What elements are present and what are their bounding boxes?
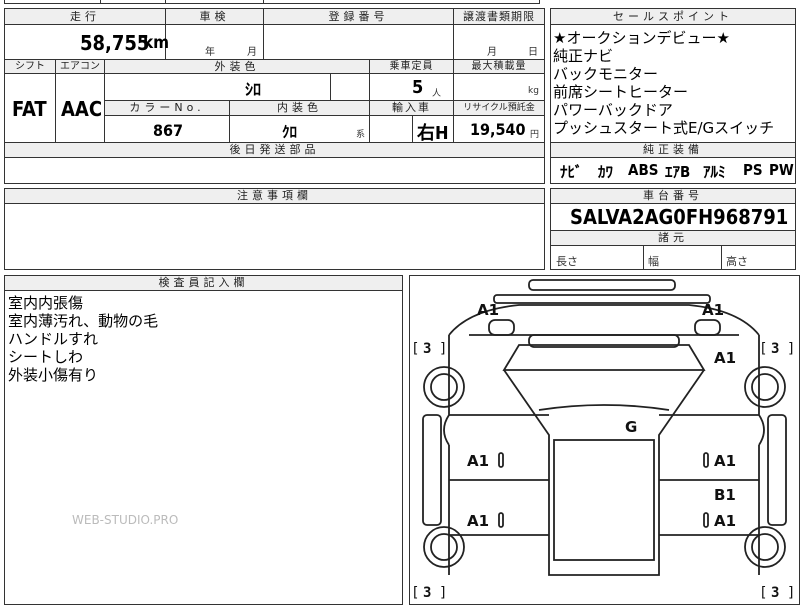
interior-color-value: ｸﾛ	[282, 123, 298, 141]
tire-bracket: [	[411, 341, 419, 357]
damage-mark: A1	[714, 452, 736, 470]
damage-mark: A1	[467, 512, 489, 530]
ac-value: AAC	[61, 97, 103, 121]
tire-bracket: [	[759, 585, 767, 600]
damage-mark: B1	[714, 486, 736, 504]
watermark: WEB-STUDIO.PRO	[72, 513, 179, 527]
damage-mark: A1	[702, 301, 724, 319]
later-parts-header: 後日発送部品	[5, 143, 544, 158]
equipment-item: ｴｱB	[665, 163, 691, 181]
capacity-header: 乗車定員	[370, 60, 453, 74]
inspection-header: 車検	[166, 9, 263, 25]
mileage-unit: km	[143, 33, 170, 53]
color-no-value: 867	[153, 121, 184, 140]
transfer-month-unit: 月	[487, 47, 497, 58]
inspector-note: 室内薄汚れ、動物の毛	[8, 312, 159, 330]
capacity-value: 5	[412, 77, 424, 98]
shift-header: シフト	[5, 60, 55, 74]
tire-bracket: ]	[787, 341, 795, 357]
sales-point-line: 前席シートヒーター	[553, 83, 689, 101]
inspector-note: 外装小傷有り	[8, 366, 99, 384]
dimensions-header: 諸元	[551, 231, 795, 246]
dimension-height-label: 高さ	[726, 255, 748, 268]
equipment-item: ﾅﾋﾞ	[560, 163, 583, 181]
tire-mark: 3	[423, 341, 431, 357]
sales-point-line: パワーバックドア	[553, 101, 673, 119]
max-load-unit: kg	[528, 86, 539, 96]
color-no-header: カラーNo.	[105, 101, 229, 116]
interior-color-header: 内装色	[230, 101, 369, 116]
tire-bracket: [	[759, 341, 767, 357]
equipment-item: PS	[743, 161, 763, 179]
damage-mark: A1	[714, 349, 736, 367]
inspection-month-unit: 月	[247, 47, 257, 58]
tire-bracket: [	[411, 585, 419, 600]
recycle-unit: 円	[530, 130, 540, 140]
sales-point-line: バックモニター	[553, 65, 659, 83]
dimension-length-label: 長さ	[556, 255, 578, 268]
transfer-deadline-header: 譲渡書類期限	[454, 9, 544, 25]
mileage-header: 走行	[5, 9, 165, 25]
transfer-day-unit: 日	[528, 47, 538, 58]
equipment-item: ABS	[628, 161, 659, 179]
chassis-number: SALVA2AG0FH968791	[570, 205, 789, 229]
sales-point-line: ★オークションデビュー★	[553, 29, 730, 47]
sales-point-line: プッシュスタート式E/Gスイッチ	[553, 119, 775, 137]
max-load-header: 最大積載量	[454, 60, 544, 74]
top-partial-row	[4, 0, 540, 4]
inspector-notes-header: 検査員記入欄	[5, 276, 402, 291]
inspector-note: 室内内張傷	[8, 294, 84, 312]
sales-points-header: セールスポイント	[551, 9, 795, 25]
damage-mark: A1	[714, 512, 736, 530]
inspector-note: シートしわ	[8, 348, 84, 366]
damage-mark: A1	[477, 301, 499, 319]
car-diagram: A1 A1 A1 G A1 A1 A1 B1 A1 [ 3 ] [ 3 ] [ …	[411, 279, 795, 600]
cautions-header: 注意事項欄	[5, 189, 544, 204]
sales-point-line: 純正ナビ	[553, 47, 614, 65]
mileage-value: 58,755	[80, 31, 150, 55]
interior-color-suffix: 系	[356, 130, 366, 140]
registration-header: 登録番号	[264, 9, 453, 25]
import-header: 輸入車	[370, 101, 453, 116]
inspector-note: ハンドルすれ	[8, 330, 99, 348]
exterior-color-header: 外装色	[105, 60, 369, 74]
chassis-header: 車台番号	[551, 189, 795, 204]
recycle-header: リサイクル預託金	[454, 101, 544, 116]
tire-mark: 3	[771, 341, 779, 357]
damage-mark: A1	[467, 452, 489, 470]
equipment-item: ｶﾜ	[598, 163, 614, 181]
equipment-header: 純正装備	[551, 143, 795, 158]
dimension-width-label: 幅	[648, 255, 659, 268]
tire-bracket: ]	[439, 341, 447, 357]
exterior-color-value: ｼﾛ	[245, 80, 262, 99]
capacity-unit: 人	[432, 89, 442, 99]
equipment-item: ｱﾙﾐ	[703, 163, 726, 181]
tire-bracket: ]	[787, 585, 795, 600]
ac-header: エアコン	[56, 60, 104, 74]
tire-mark: 3	[771, 585, 779, 600]
shift-value: FAT	[12, 97, 47, 121]
damage-mark: G	[625, 418, 637, 436]
recycle-amount: 19,540	[470, 120, 526, 139]
equipment-item: PW	[769, 161, 794, 179]
inspection-year-unit: 年	[205, 47, 215, 58]
tire-bracket: ]	[439, 585, 447, 600]
tire-mark: 3	[423, 585, 431, 600]
